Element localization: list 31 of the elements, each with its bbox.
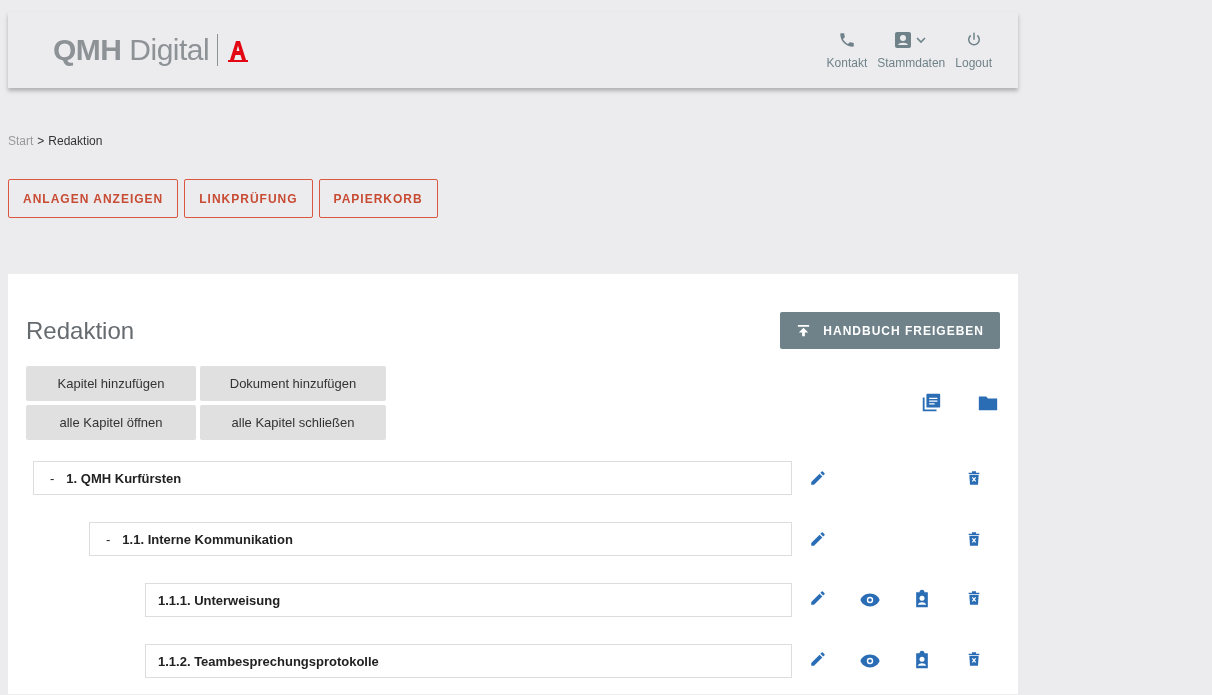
breadcrumb-item: > [37,134,45,148]
delete-icon[interactable] [966,469,982,487]
tool-button[interactable]: alle Kapitel schließen [200,405,386,440]
delete-icon[interactable] [966,589,982,607]
panel-title: Redaktion [26,316,135,345]
upload-icon [796,323,812,338]
nav-link[interactable]: Logout [955,30,992,70]
delete-icon[interactable] [966,650,982,668]
logo-text: QMH Digital [53,33,210,67]
delete-icon[interactable] [966,530,982,548]
outline-button[interactable]: PAPIERKORB [318,179,438,218]
outline-button[interactable]: LINKPRÜFUNG [184,179,313,218]
publish-button[interactable]: HANDBUCH FREIGEBEN [780,312,1000,349]
tree-node[interactable]: - 1.1. Interne Kommunikation [89,522,792,556]
edit-icon[interactable] [809,530,827,548]
phone-icon [837,31,856,49]
edit-icon[interactable] [809,469,827,487]
nav-link[interactable]: Kontakt [826,30,868,70]
breadcrumb-item: Redaktion [48,134,103,148]
tool-button[interactable]: Kapitel hinzufügen [26,366,196,401]
tree-node[interactable]: 1.1.1. Unterweisung [145,583,792,617]
outline-button[interactable]: ANLAGEN ANZEIGEN [8,179,179,218]
edit-icon[interactable] [809,650,827,668]
tool-button[interactable]: alle Kapitel öffnen [26,405,196,440]
pdf-stack-icon[interactable] [920,392,942,414]
tree-node[interactable]: - 1. QMH Kurfürsten [33,461,792,495]
tool-button[interactable]: Dokument hinzufügen [200,366,386,401]
tree-node[interactable]: 1.1.2. Teambesprechungsprotokolle [145,644,792,678]
nav-link[interactable]: Stammdaten [877,30,946,70]
edit-icon[interactable] [809,589,827,607]
profile-dropdown-icon [894,30,929,50]
